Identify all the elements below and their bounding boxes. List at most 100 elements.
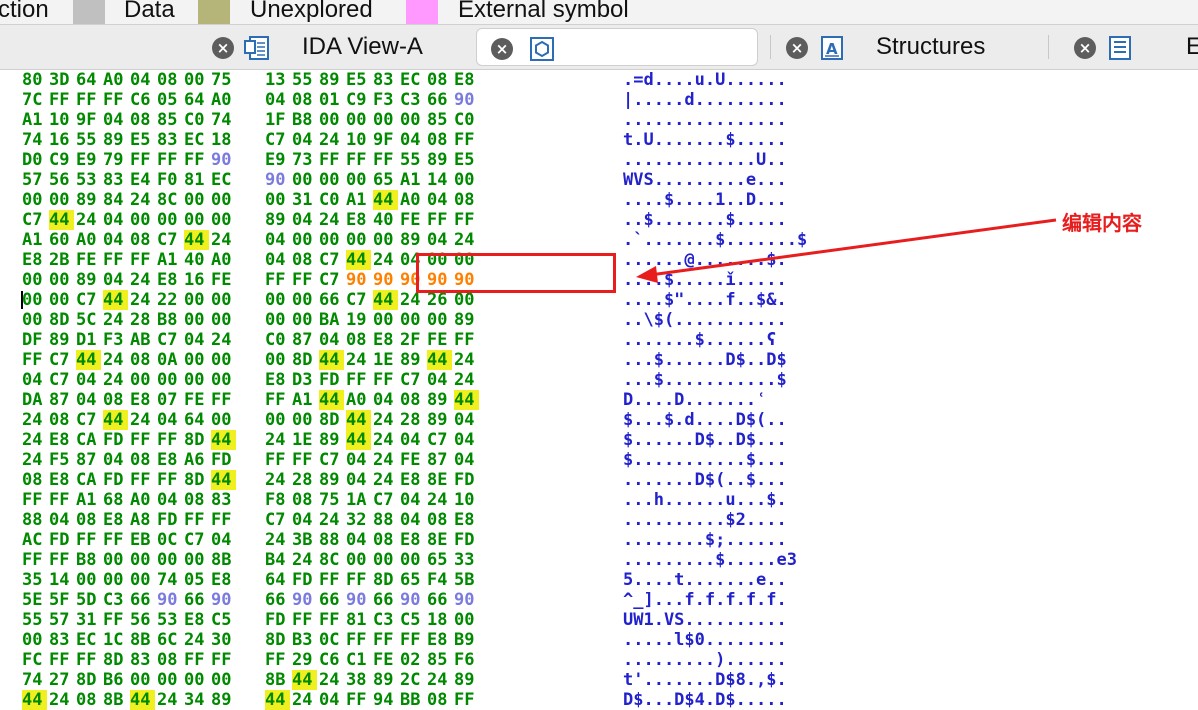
hex-byte[interactable]: 3B — [292, 530, 317, 550]
hex-row[interactable]: 35 14 00 00 00 74 05 E8 64 FD FF FF 8D 65 F4 5B — [22, 570, 481, 590]
ascii-row[interactable]: $...$.d....D$(.. — [623, 410, 787, 430]
hex-byte[interactable]: 8D — [103, 650, 128, 670]
hex-byte[interactable]: 18 — [211, 130, 236, 150]
hex-byte[interactable]: F0 — [157, 170, 182, 190]
hex-byte[interactable]: 24 — [454, 230, 479, 250]
hex-byte[interactable]: 66 — [130, 590, 155, 610]
hex-byte[interactable]: A1 — [22, 230, 47, 250]
hex-byte[interactable]: A0 — [211, 250, 236, 270]
hex-byte[interactable]: 24 — [130, 270, 155, 290]
ascii-row[interactable]: $...........$... — [623, 450, 787, 470]
hex-byte[interactable]: 89 — [400, 350, 425, 370]
hex-row[interactable]: D0 C9 E9 79 FF FF FF 90 E9 73 FF FF FF 55 89 E5 — [22, 150, 481, 170]
hex-row[interactable]: 08 E8 CA FD FF FF 8D 44 24 28 89 04 24 E8 8E FD — [22, 470, 481, 490]
ascii-row[interactable]: |.....d......... — [623, 90, 787, 110]
hex-byte[interactable]: AB — [130, 330, 155, 350]
hex-byte[interactable]: 08 — [427, 70, 452, 90]
hex-byte[interactable]: 04 — [265, 90, 290, 110]
hex-byte[interactable]: FE — [184, 390, 209, 410]
hex-byte[interactable]: 14 — [49, 570, 74, 590]
hex-byte[interactable]: FE — [373, 650, 398, 670]
hex-byte[interactable]: 04 — [49, 510, 74, 530]
hex-byte[interactable]: 28 — [400, 410, 425, 430]
hex-byte[interactable]: 90 — [454, 590, 479, 610]
hex-byte[interactable]: FF — [76, 90, 101, 110]
hex-byte[interactable]: 8E — [427, 530, 452, 550]
hex-byte[interactable]: E8 — [373, 330, 398, 350]
hex-byte[interactable]: 94 — [373, 690, 398, 710]
ascii-row[interactable]: t'.......D$8.,$. — [623, 670, 787, 690]
hex-byte[interactable]: 24 — [265, 430, 290, 450]
ascii-row[interactable]: .........$.....e3 — [623, 550, 797, 570]
hex-byte[interactable]: FF — [373, 370, 398, 390]
hex-byte[interactable]: 24 — [22, 410, 47, 430]
hex-byte[interactable]: 08 — [130, 350, 155, 370]
hex-byte[interactable]: FF — [157, 430, 182, 450]
hex-byte[interactable]: 24 — [49, 690, 74, 710]
hex-byte[interactable]: 73 — [292, 150, 317, 170]
hex-byte[interactable]: 32 — [346, 510, 371, 530]
hex-byte[interactable]: FF — [373, 630, 398, 650]
hex-byte[interactable]: 04 — [400, 430, 425, 450]
hex-byte[interactable]: D0 — [22, 150, 47, 170]
hex-byte[interactable]: 2C — [400, 670, 425, 690]
hex-byte[interactable]: 27 — [49, 670, 74, 690]
hex-byte[interactable]: 87 — [292, 330, 317, 350]
hex-byte[interactable]: E5 — [454, 150, 479, 170]
hex-byte[interactable]: 19 — [346, 310, 371, 330]
hex-byte[interactable]: 44 — [346, 430, 371, 450]
hex-byte[interactable]: FF — [103, 610, 128, 630]
hex-byte[interactable]: A1 — [292, 390, 317, 410]
hex-byte[interactable]: FF — [265, 450, 290, 470]
hex-byte[interactable]: 83 — [211, 490, 236, 510]
hex-byte[interactable]: 90 — [373, 270, 398, 290]
hex-byte[interactable]: 9F — [76, 110, 101, 130]
hex-byte[interactable]: FD — [454, 530, 479, 550]
hex-byte[interactable]: FF — [22, 490, 47, 510]
hex-byte[interactable]: 00 — [49, 290, 74, 310]
hex-byte[interactable]: 13 — [265, 70, 290, 90]
close-icon[interactable]: × — [1074, 37, 1096, 59]
hex-byte[interactable]: 6C — [157, 630, 182, 650]
hex-byte[interactable]: 80 — [22, 70, 47, 90]
close-icon[interactable]: × — [786, 37, 808, 59]
hex-byte[interactable]: 44 — [76, 350, 101, 370]
ascii-row[interactable]: .........)...... — [623, 650, 787, 670]
hex-byte[interactable]: C7 — [76, 410, 101, 430]
hex-byte[interactable]: FF — [103, 250, 128, 270]
hex-byte[interactable]: C3 — [400, 90, 425, 110]
hex-byte[interactable]: 44 — [292, 670, 317, 690]
hex-row[interactable]: A1 10 9F 04 08 85 C0 74 1F B8 00 00 00 00 85 C0 — [22, 110, 481, 130]
hex-byte[interactable]: AC — [22, 530, 47, 550]
hex-byte[interactable]: C7 — [184, 530, 209, 550]
hex-byte[interactable]: 74 — [22, 130, 47, 150]
hex-byte[interactable]: EC — [211, 170, 236, 190]
hex-byte[interactable]: 00 — [184, 70, 209, 90]
hex-byte[interactable]: FF — [265, 270, 290, 290]
hex-byte[interactable]: CA — [76, 470, 101, 490]
hex-byte[interactable]: 8D — [184, 470, 209, 490]
hex-byte[interactable]: 04 — [103, 210, 128, 230]
hex-byte[interactable]: A1 — [400, 170, 425, 190]
hex-byte[interactable]: 08 — [76, 690, 101, 710]
hex-byte[interactable]: 8D — [319, 410, 344, 430]
hex-byte[interactable]: 55 — [22, 610, 47, 630]
hex-byte[interactable]: E4 — [130, 170, 155, 190]
hex-byte[interactable]: EB — [130, 530, 155, 550]
hex-byte[interactable]: 00 — [184, 310, 209, 330]
hex-byte[interactable]: FF — [211, 650, 236, 670]
hex-byte[interactable]: 66 — [319, 290, 344, 310]
hex-byte[interactable]: C7 — [319, 450, 344, 470]
hex-byte[interactable]: C9 — [49, 150, 74, 170]
hex-byte[interactable]: 88 — [373, 510, 398, 530]
hex-byte[interactable]: 24 — [211, 230, 236, 250]
hex-byte[interactable]: DF — [22, 330, 47, 350]
hex-byte[interactable]: 24 — [373, 430, 398, 450]
hex-byte[interactable]: 89 — [400, 230, 425, 250]
hex-byte[interactable]: 00 — [400, 310, 425, 330]
hex-row[interactable]: 00 00 C7 44 24 22 00 00 00 00 66 C7 44 24 26 00 — [22, 290, 481, 310]
hex-byte[interactable]: 56 — [49, 170, 74, 190]
hex-byte[interactable]: A0 — [400, 190, 425, 210]
hex-byte[interactable]: 00 — [265, 350, 290, 370]
hex-byte[interactable]: 83 — [373, 70, 398, 90]
